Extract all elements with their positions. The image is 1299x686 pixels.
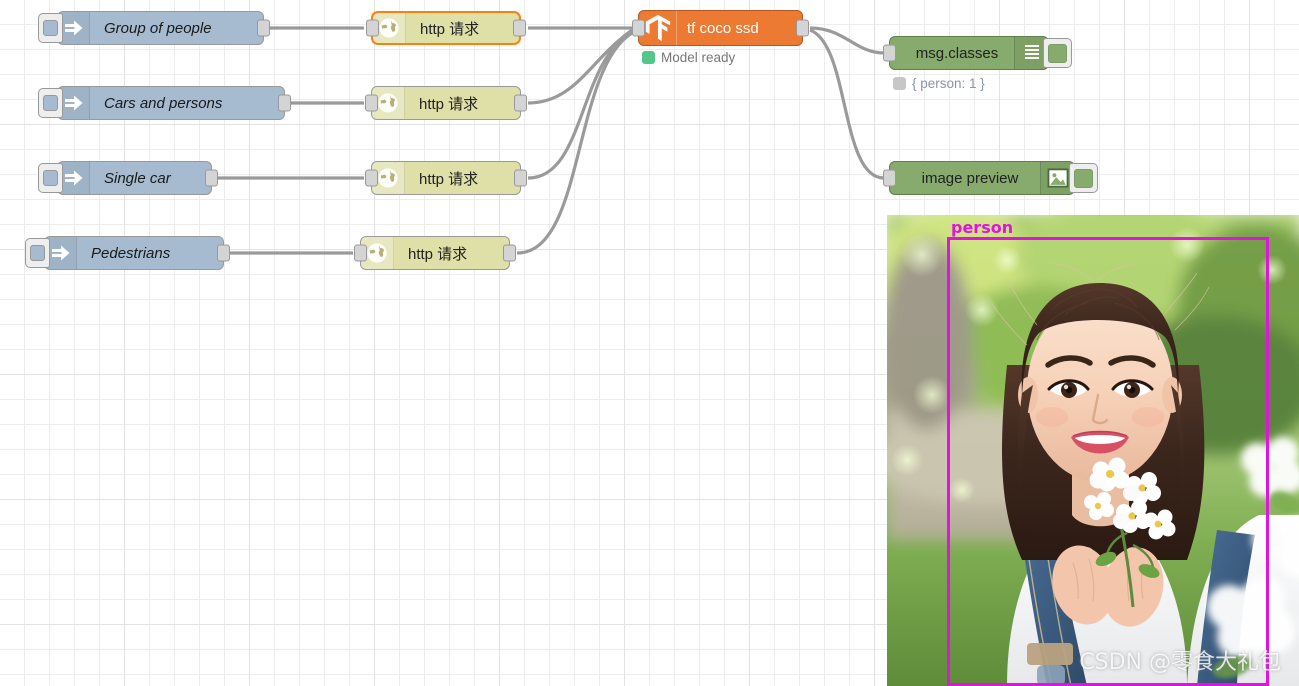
inject-trigger-button[interactable] (38, 163, 63, 193)
input-port[interactable] (366, 19, 379, 37)
image-preview-node-label: image preview (921, 169, 1019, 187)
inject-node-group-of-people[interactable]: Group of people (38, 11, 270, 45)
http-request-node-4[interactable]: http 请求 (354, 236, 516, 270)
wire-http4-tf (516, 31, 633, 255)
output-port[interactable] (513, 19, 526, 37)
debug-node-msg-classes[interactable]: msg.classes (883, 36, 1072, 70)
tf-coco-ssd-label: tf coco ssd (687, 19, 759, 37)
http-request-node-2[interactable]: http 请求 (365, 86, 527, 120)
debug-node-status: { person: 1 } (893, 76, 985, 91)
http-request-node-label: http 请求 (419, 95, 479, 113)
output-port[interactable] (514, 169, 527, 187)
wire-tf-imagepreview (809, 28, 885, 180)
detection-bounding-box (947, 237, 1269, 686)
inject-node-label: Single car (104, 169, 171, 187)
wire-http2-tf (527, 28, 633, 105)
inject-node-label: Group of people (104, 19, 212, 37)
input-port[interactable] (365, 169, 378, 187)
detection-class-label: person (951, 218, 1014, 237)
input-port[interactable] (883, 44, 896, 62)
inject-node-cars-and-persons[interactable]: Cars and persons (38, 86, 291, 120)
output-port[interactable] (257, 19, 270, 37)
input-port[interactable] (883, 169, 896, 187)
inject-trigger-button[interactable] (25, 238, 50, 268)
input-port[interactable] (632, 19, 645, 37)
http-request-node-label: http 请求 (420, 20, 480, 38)
inject-node-single-car[interactable]: Single car (38, 161, 218, 195)
flow-canvas[interactable]: Group of people Cars and persons Single … (0, 0, 1299, 686)
output-port[interactable] (205, 169, 218, 187)
csdn-watermark: CSDN @零食大礼包 (1079, 650, 1281, 675)
wire-http3-tf (527, 30, 633, 180)
debug-enable-toggle[interactable] (1043, 38, 1072, 68)
wire-tf-debug (809, 26, 885, 55)
tf-coco-ssd-status: Model ready (642, 50, 735, 65)
http-request-node-1[interactable]: http 请求 (366, 11, 526, 45)
inject-node-label: Cars and persons (104, 94, 223, 112)
output-port[interactable] (503, 244, 516, 262)
image-preview-node[interactable]: image preview (883, 161, 1098, 195)
input-port[interactable] (354, 244, 367, 262)
inject-node-pedestrians[interactable]: Pedestrians (25, 236, 230, 270)
output-port[interactable] (217, 244, 230, 262)
output-port[interactable] (514, 94, 527, 112)
http-request-node-label: http 请求 (419, 170, 479, 188)
debug-node-label: msg.classes (915, 44, 999, 62)
output-port[interactable] (796, 19, 809, 37)
status-text: Model ready (661, 50, 736, 65)
inject-node-label: Pedestrians (91, 244, 171, 262)
input-port[interactable] (365, 94, 378, 112)
inject-trigger-button[interactable] (38, 13, 63, 43)
inject-trigger-button[interactable] (38, 88, 63, 118)
http-request-node-label: http 请求 (408, 245, 468, 263)
image-preview-enable-toggle[interactable] (1069, 163, 1098, 193)
status-dot (642, 51, 655, 64)
output-port[interactable] (278, 94, 291, 112)
status-text: { person: 1 } (912, 76, 985, 91)
status-dot (893, 77, 906, 90)
image-preview-panel[interactable]: person CSDN @零食大礼包 (887, 215, 1299, 686)
http-request-node-3[interactable]: http 请求 (365, 161, 527, 195)
tf-coco-ssd-node[interactable]: tf coco ssd (632, 10, 809, 46)
